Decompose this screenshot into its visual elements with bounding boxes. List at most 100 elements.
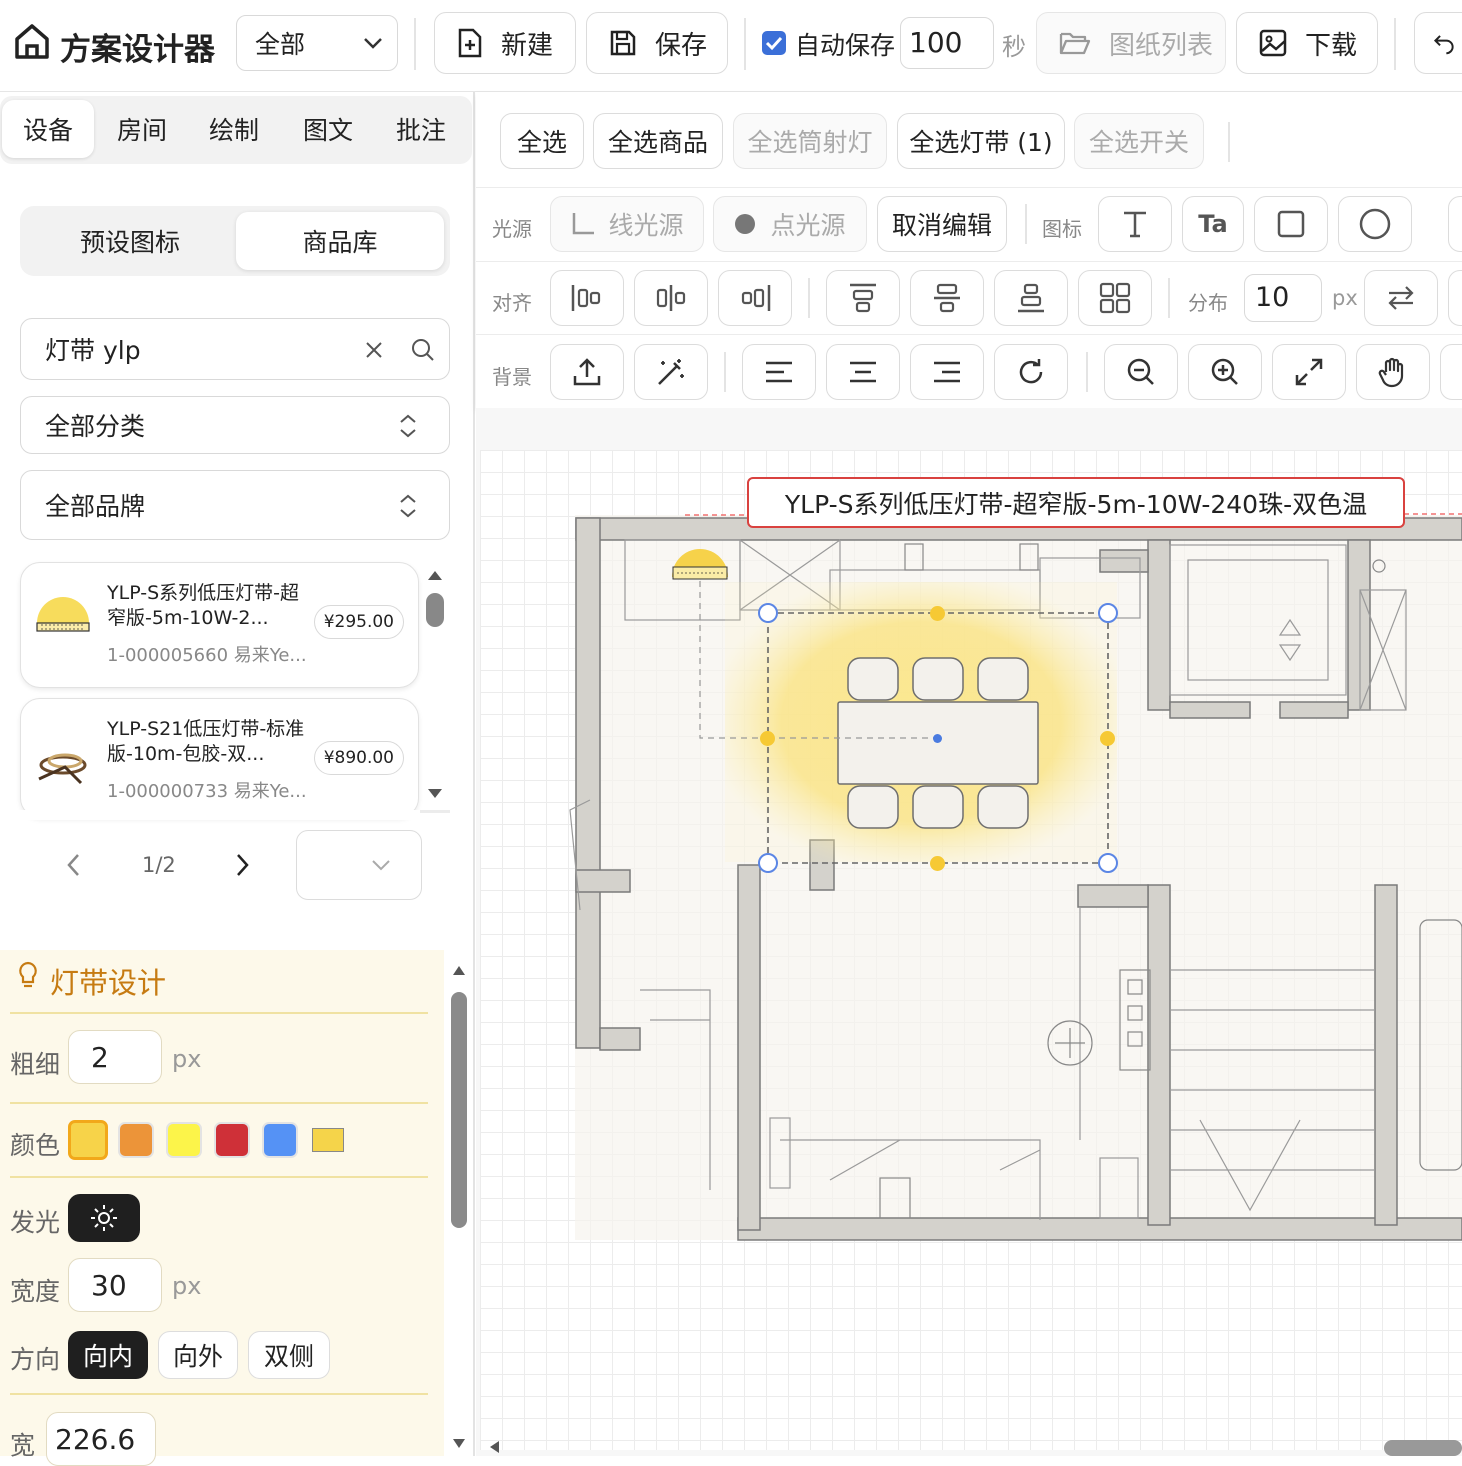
product-card[interactable]: YLP-S21低压灯带-标准版-10m-包胶-双... 1-000000733 …	[20, 698, 419, 818]
direction-label: 方向	[10, 1345, 61, 1374]
download-button[interactable]: 下载	[1236, 12, 1378, 74]
prev-page-icon[interactable]	[66, 853, 82, 877]
text-align-right-icon	[934, 361, 960, 383]
brand-select[interactable]: 全部品牌	[20, 470, 450, 540]
text-align-left-button[interactable]	[742, 344, 816, 400]
direction-outward[interactable]: 向外	[158, 1331, 238, 1379]
align-left-button[interactable]	[550, 270, 624, 326]
align-bottom-button[interactable]	[994, 270, 1068, 326]
tab-annotations[interactable]: 批注	[374, 100, 468, 158]
upload-background-button[interactable]	[550, 344, 624, 400]
distribute-input[interactable]: 10	[1244, 274, 1322, 322]
more-view-button[interactable]	[1440, 344, 1462, 400]
resize-handle-top-left[interactable]	[758, 603, 778, 623]
scroll-up-icon[interactable]	[452, 964, 466, 976]
cancel-edit-button[interactable]: 取消编辑	[877, 196, 1007, 252]
expand-icon	[1295, 358, 1323, 386]
product-library-tab[interactable]: 商品库	[236, 212, 444, 270]
next-page-icon[interactable]	[234, 853, 250, 877]
color-swatch-blue[interactable]	[262, 1122, 298, 1158]
product-code: 1-000000733 易来Ye...	[107, 781, 307, 802]
more-tool-button[interactable]	[1448, 196, 1462, 252]
undo-button[interactable]	[1414, 12, 1462, 74]
search-input[interactable]: 灯带 ylp	[20, 318, 450, 380]
text-align-right-button[interactable]	[910, 344, 984, 400]
clear-icon[interactable]	[365, 341, 383, 359]
text-tool-button[interactable]	[1098, 196, 1172, 252]
align-center-h-button[interactable]	[634, 270, 708, 326]
zoom-in-button[interactable]	[1188, 344, 1262, 400]
align-center-icon	[656, 285, 686, 311]
upload-icon	[573, 358, 601, 386]
distribute-swap-button[interactable]	[1364, 270, 1438, 326]
direction-inward[interactable]: 向内	[68, 1331, 148, 1379]
edge-handle-bottom[interactable]	[930, 856, 945, 871]
chevron-up-down-icon	[400, 494, 416, 518]
align-middle-button[interactable]	[910, 270, 984, 326]
resize-handle-bottom-right[interactable]	[1098, 853, 1118, 873]
select-switches-button[interactable]: 全选开关	[1074, 113, 1204, 169]
resize-handle-top-right[interactable]	[1098, 603, 1118, 623]
color-swatch-orange[interactable]	[118, 1122, 154, 1158]
category-select[interactable]: 全部分类	[20, 396, 450, 454]
select-all-button[interactable]: 全选	[500, 113, 584, 169]
fit-screen-button[interactable]	[1272, 344, 1346, 400]
new-button[interactable]: 新建	[434, 12, 576, 74]
tab-image-text[interactable]: 图文	[282, 100, 374, 158]
magic-wand-button[interactable]	[634, 344, 708, 400]
edge-handle-left[interactable]	[760, 731, 775, 746]
search-icon[interactable]	[411, 338, 435, 362]
product-card[interactable]: YLP-S系列低压灯带-超窄版-5m-10W-2... 1-000005660 …	[20, 562, 419, 688]
scroll-down-icon[interactable]	[452, 1438, 466, 1450]
w-input[interactable]: 226.6	[46, 1412, 156, 1466]
center-handle[interactable]	[933, 734, 942, 743]
thickness-input[interactable]: 2	[68, 1030, 162, 1084]
save-button[interactable]: 保存	[586, 12, 728, 74]
align-top-button[interactable]	[826, 270, 900, 326]
line-light-button[interactable]: 线光源	[550, 196, 704, 252]
scroll-up-icon[interactable]	[427, 569, 443, 581]
select-light-strips-button[interactable]: 全选灯带 (1)	[897, 113, 1065, 169]
tab-devices[interactable]: 设备	[2, 100, 94, 158]
autosave-interval-input[interactable]: 100	[900, 17, 994, 69]
text-align-center-button[interactable]	[826, 344, 900, 400]
resize-handle-bottom-left[interactable]	[758, 853, 778, 873]
width-input[interactable]: 30	[68, 1258, 162, 1312]
pan-hand-button[interactable]	[1356, 344, 1430, 400]
select-products-button[interactable]: 全选商品	[593, 113, 723, 169]
more-align-button[interactable]	[1448, 270, 1462, 326]
edge-handle-top[interactable]	[930, 606, 945, 621]
autosave-checkbox[interactable]	[762, 31, 786, 55]
zoom-out-button[interactable]	[1104, 344, 1178, 400]
page-size-select[interactable]	[296, 830, 422, 900]
sun-icon	[91, 1205, 117, 1231]
tab-rooms[interactable]: 房间	[96, 100, 188, 158]
zoom-out-icon	[1127, 358, 1154, 385]
circle-tool-button[interactable]	[1338, 196, 1412, 252]
home-icon[interactable]	[14, 22, 50, 60]
direction-both[interactable]: 双侧	[248, 1331, 330, 1379]
rect-tool-button[interactable]	[1254, 196, 1328, 252]
tab-draw[interactable]: 绘制	[188, 100, 280, 158]
align-right-button[interactable]	[718, 270, 792, 326]
preset-icons-tab[interactable]: 预设图标	[28, 214, 232, 268]
select-downlights-button[interactable]: 全选筒射灯	[733, 113, 887, 169]
custom-color-picker[interactable]	[312, 1128, 344, 1152]
color-swatch-lemon[interactable]	[166, 1122, 202, 1158]
glow-toggle[interactable]	[68, 1194, 140, 1242]
scroll-down-icon[interactable]	[427, 788, 443, 800]
rotate-button[interactable]	[994, 344, 1068, 400]
edge-handle-right[interactable]	[1100, 731, 1115, 746]
list-scrollbar-thumb[interactable]	[426, 593, 444, 627]
canvas-scrollbar-thumb[interactable]	[1384, 1440, 1462, 1456]
scroll-left-icon[interactable]	[487, 1440, 501, 1454]
line-light-icon	[573, 213, 595, 235]
font-tool-button[interactable]: Ta	[1182, 196, 1244, 252]
grid-layout-button[interactable]	[1078, 270, 1152, 326]
scope-select[interactable]: 全部	[236, 15, 398, 71]
drawing-list-button[interactable]: 图纸列表	[1036, 12, 1226, 74]
color-swatch-red[interactable]	[214, 1122, 250, 1158]
color-swatch-yellow[interactable]	[68, 1120, 108, 1160]
point-light-button[interactable]: 点光源	[713, 196, 867, 252]
design-scrollbar-thumb[interactable]	[451, 992, 467, 1228]
